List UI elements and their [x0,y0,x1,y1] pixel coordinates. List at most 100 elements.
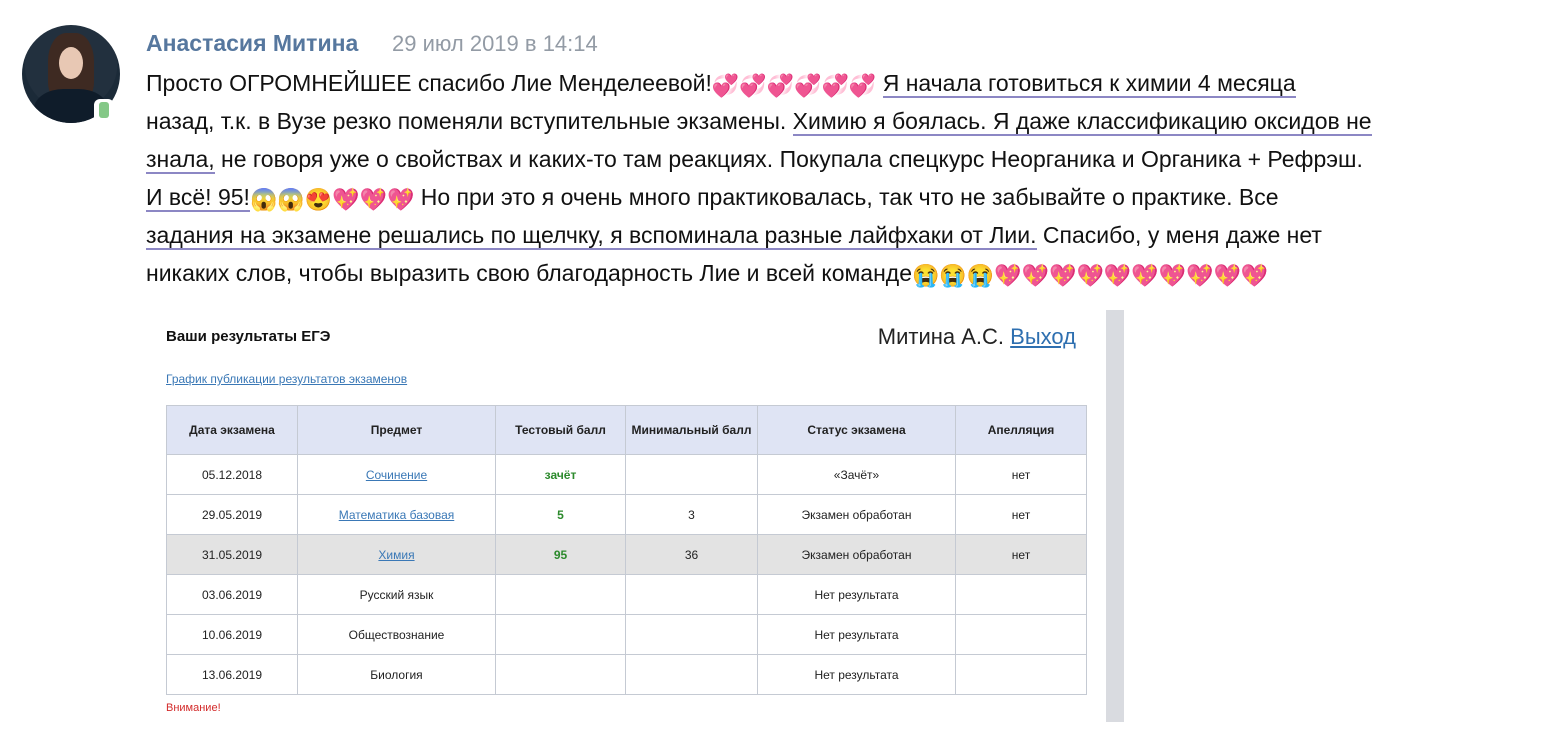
logout-link[interactable]: Выход [1010,324,1076,349]
post-text-segment: Но при это я очень много практиковалась,… [414,184,1279,210]
cell-status: Экзамен обработан [757,494,956,535]
subject-link[interactable]: Сочинение [366,468,427,482]
highlighted-text: Химию я боялась. Я даже классификацию ок… [792,108,1372,136]
post-text: Просто ОГРОМНЕЙШЕЕ спасибо Лие Менделеев… [146,64,1536,292]
attached-screenshot[interactable]: Ваши результаты ЕГЭ Митина А.С. Выход Гр… [146,310,1124,722]
post-date[interactable]: 29 июл 2019 в 14:14 [392,31,598,57]
header-status: Статус экзамена [757,405,956,455]
cell-status: Нет результата [757,654,956,695]
two-hearts-icon: 💞 [848,73,877,98]
sparkling-heart-icon: 💖 [1240,263,1269,288]
cell-subject: Сочинение [297,454,496,495]
cell-score: зачёт [495,454,626,495]
scream-emoji-icon: 😱 [249,187,278,212]
cell-appeal: нет [955,454,1087,495]
post-text-segment: назад, т.к. в Вузе резко поменяли вступи… [146,108,787,134]
cell-score: 95 [495,534,626,575]
sparkling-heart-icon: 💖 [359,187,387,212]
sparkling-heart-icon: 💖 [386,187,415,212]
avatar-face [59,47,83,79]
highlighted-text: задания на экзамене решались по щелчку, … [146,222,1037,250]
cell-appeal [955,614,1087,655]
two-hearts-icon: 💞 [739,73,767,98]
sparkling-heart-icon: 💖 [332,187,360,212]
two-hearts-icon: 💞 [766,73,795,98]
cell-subject: Математика базовая [297,494,496,535]
hearts-emoji-row: 💞💞💞💞💞💞 [712,75,876,97]
cell-date: 13.06.2019 [166,654,298,695]
post-line-6: никаких слов, чтобы выразить свою благод… [146,254,1536,292]
two-hearts-icon: 💞 [794,73,822,98]
post-text-segment: Спасибо, у меня даже нет [1036,222,1322,248]
highlighted-text: Я начала готовиться к химии 4 месяца [882,70,1296,98]
cell-date: 10.06.2019 [166,614,298,655]
sparkling-heart-icon: 💖 [1213,263,1241,288]
highlighted-text: знала, [146,146,215,174]
results-table: Дата экзамена Предмет Тестовый балл Мини… [166,405,1087,695]
user-info: Митина А.С. Выход [878,324,1076,350]
warning-text: Внимание! [166,702,221,714]
table-row: 05.12.2018 Сочинение зачёт «Зачёт» нет [166,454,1087,495]
post-line-3: знала, не говоря уже о свойствах и каких… [146,140,1536,178]
cell-score [495,614,626,655]
header-appeal: Апелляция [955,405,1087,455]
cell-min [625,454,758,495]
cell-appeal [955,654,1087,695]
sparkling-heart-icon: 💖 [1076,263,1104,288]
sparkling-heart-icon: 💖 [1131,263,1159,288]
schedule-link[interactable]: График публикации результатов экзаменов [166,372,407,386]
sob-emoji-icon: 😭 [939,263,967,288]
post-line-4: И всё! 95!😱😱😍💖💖💖 Но при это я очень мног… [146,178,1536,216]
post-text-segment: не говоря уже о свойствах и каких-то там… [214,146,1363,172]
two-hearts-icon: 💞 [821,73,849,98]
subject-link[interactable]: Математика базовая [339,508,455,522]
cell-status: Экзамен обработан [757,534,956,575]
cell-score [495,574,626,615]
author-name[interactable]: Анастасия Митина [146,30,358,57]
cell-subject: Биология [297,654,496,695]
table-row: 13.06.2019 Биология Нет результата [166,654,1087,695]
cell-date: 05.12.2018 [166,454,298,495]
two-hearts-icon: 💞 [711,73,740,98]
highlighted-text: И всё! 95! [146,184,250,212]
sparkling-heart-icon: 💖 [1186,263,1214,288]
header-subject: Предмет [297,405,496,455]
cell-subject: Обществознание [297,614,496,655]
post-line-1: Просто ОГРОМНЕЙШЕЕ спасибо Лие Менделеев… [146,64,1536,102]
cell-date: 03.06.2019 [166,574,298,615]
cell-date: 31.05.2019 [166,534,298,575]
cell-subject: Русский язык [297,574,496,615]
cell-status: «Зачёт» [757,454,956,495]
subject-link[interactable]: Химия [378,548,414,562]
cell-appeal: нет [955,494,1087,535]
table-row: 03.06.2019 Русский язык Нет результата [166,574,1087,615]
cell-subject: Химия [297,534,496,575]
mobile-online-icon [94,99,114,123]
cell-min: 3 [625,494,758,535]
heart-eyes-emoji-icon: 😍 [304,187,333,212]
cell-min [625,654,758,695]
header-min-score: Минимальный балл [625,405,758,455]
cell-status: Нет результата [757,614,956,655]
user-name: Митина А.С. [877,324,1005,349]
post-text-segment: никаких слов, чтобы выразить свою благод… [146,260,912,286]
header-score: Тестовый балл [495,405,626,455]
header-date: Дата экзамена [166,405,298,455]
scream-emoji-icon: 😱 [277,187,305,212]
table-row: 10.06.2019 Обществознание Нет результата [166,614,1087,655]
table-row: 31.05.2019 Химия 95 36 Экзамен обработан… [166,534,1087,575]
table-row: 29.05.2019 Математика базовая 5 3 Экзаме… [166,494,1087,535]
cell-status: Нет результата [757,574,956,615]
cell-date: 29.05.2019 [166,494,298,535]
sparkling-heart-icon: 💖 [1021,263,1050,288]
table-header-row: Дата экзамена Предмет Тестовый балл Мини… [166,405,1087,455]
emoji-group: 😱😱😍💖💖💖 [250,189,414,211]
cell-score [495,654,626,695]
sparkling-heart-icon: 💖 [1049,263,1077,288]
cell-min: 36 [625,534,758,575]
cell-min [625,574,758,615]
results-title: Ваши результаты ЕГЭ [166,328,331,345]
sob-emoji-icon: 😭 [966,263,995,288]
cell-appeal [955,574,1087,615]
post-line-5: задания на экзамене решались по щелчку, … [146,216,1536,254]
